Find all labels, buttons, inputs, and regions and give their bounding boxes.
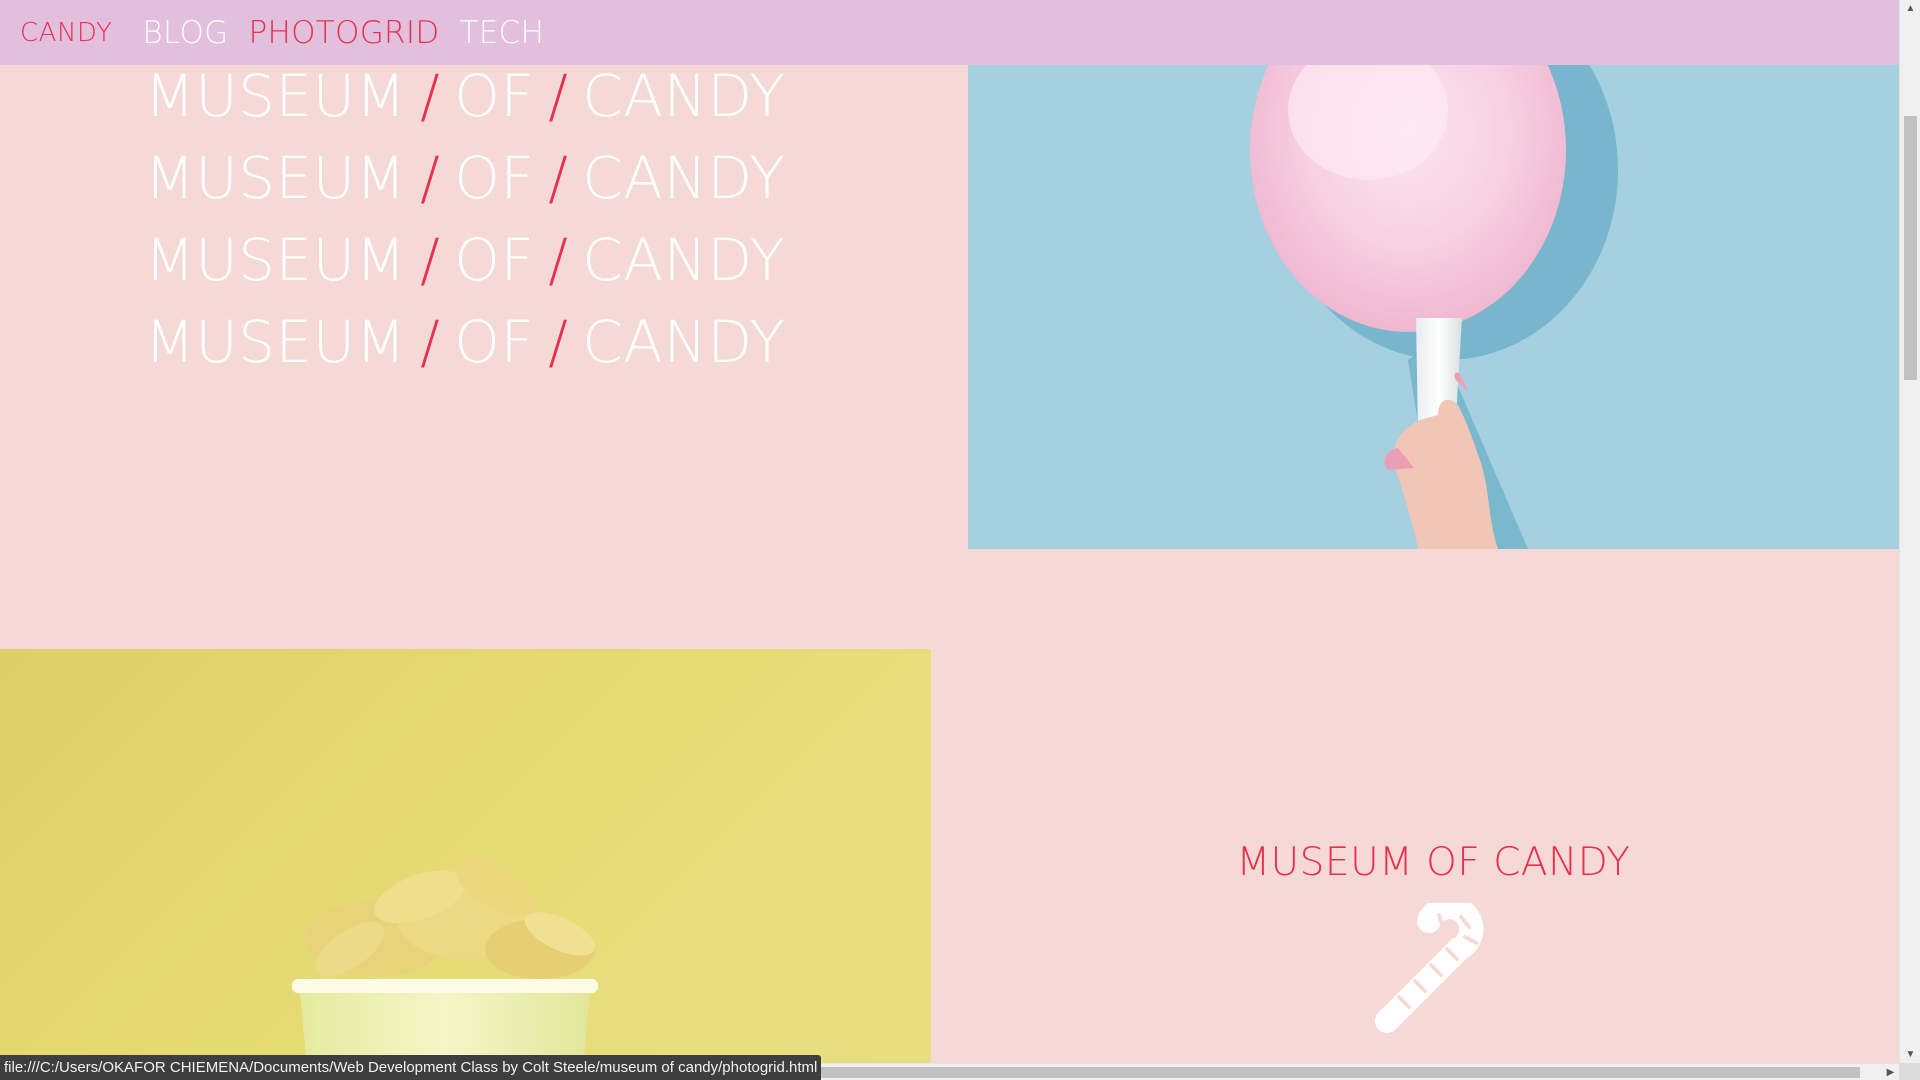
status-bar-url: file:///C:/Users/OKAFOR CHIEMENA/Documen…: [0, 1055, 822, 1080]
top-nav: CANDY BLOG PHOTOGRID TECH: [0, 0, 1899, 65]
hero-title-block: MUSEUM / OF / CANDY MUSEUM / OF / CANDY MUSEUM / O…: [0, 55, 930, 383]
vertical-scroll-thumb[interactable]: [1904, 116, 1917, 380]
nav-link-photogrid[interactable]: PHOTOGRID: [248, 15, 439, 51]
hero-title-line: MUSEUM / OF / CANDY: [144, 308, 786, 376]
page-content: MUSEUM / OF / CANDY MUSEUM / OF / CANDY MUSEUM / O…: [0, 0, 1899, 1063]
vertical-scrollbar[interactable]: ▲ ▼: [1899, 0, 1920, 1063]
museum-title: MUSEUM OF CANDY: [1236, 840, 1631, 885]
cotton-candy-photo: [968, 0, 1899, 549]
museum-block: MUSEUM OF CANDY: [968, 840, 1899, 1033]
hero-title-line: MUSEUM / OF / CANDY: [144, 226, 786, 294]
candy-cane-icon: [1374, 903, 1483, 1033]
nav-link-blog[interactable]: BLOG: [142, 15, 228, 51]
scroll-right-arrow-icon[interactable]: ▶: [1882, 1064, 1899, 1080]
hero-title-line: MUSEUM / OF / CANDY: [144, 62, 786, 130]
nav-link-tech[interactable]: TECH: [460, 15, 545, 51]
scroll-up-arrow-icon[interactable]: ▲: [1900, 0, 1920, 17]
nav-brand[interactable]: CANDY: [20, 18, 112, 48]
scroll-down-arrow-icon[interactable]: ▼: [1900, 1046, 1920, 1063]
scrollbar-corner: [1899, 1063, 1920, 1080]
banana-candy-photo: [0, 649, 931, 1063]
hero-title-line: MUSEUM / OF / CANDY: [144, 144, 786, 212]
